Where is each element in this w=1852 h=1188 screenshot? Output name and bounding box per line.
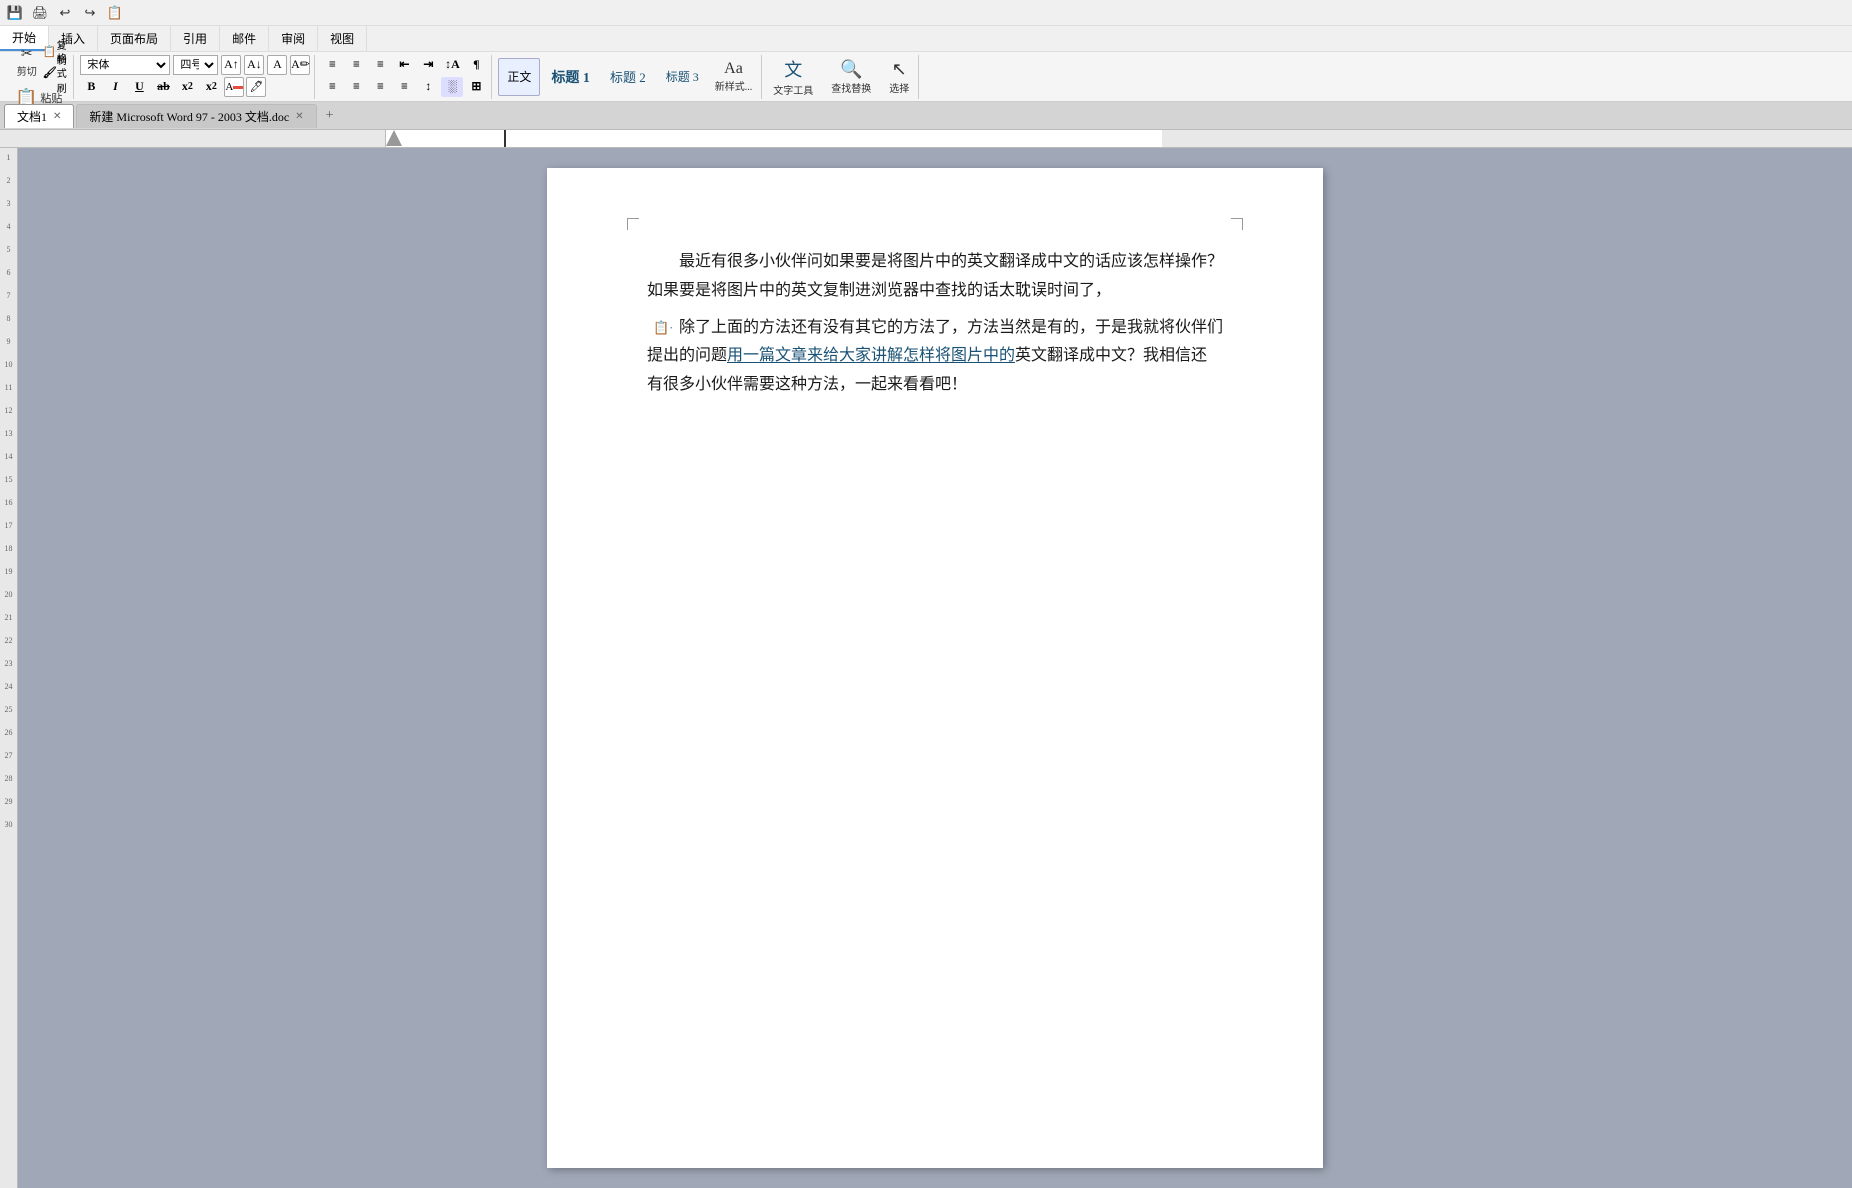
vertical-ruler: 1 2 3 4 5 6 7 8 9 10 11 12 13 14 15 16 1… bbox=[0, 148, 18, 1188]
style-icon: Aa bbox=[724, 60, 743, 78]
paragraph-2-highlight: 用一篇文章来给大家讲解怎样将图片中的 bbox=[727, 347, 1015, 364]
style-h3[interactable]: 标题 3 bbox=[657, 58, 708, 96]
bold-button[interactable]: B bbox=[80, 77, 102, 97]
print-button[interactable]: 🖨 bbox=[29, 3, 51, 23]
scissors-icon: ✂ bbox=[21, 46, 33, 63]
font-format-row: B I U ab x2 x2 A 🖊 bbox=[80, 77, 266, 97]
show-marks-button[interactable]: ¶ bbox=[465, 55, 487, 75]
new-style-label: 新样式... bbox=[715, 78, 753, 93]
line-spacing-button[interactable]: ↕ bbox=[417, 77, 439, 97]
para-row1: ≡ ≡ ≡ ⇤ ⇥ ↕A ¶ bbox=[321, 55, 487, 75]
text-icon: 文 bbox=[784, 56, 802, 82]
highlight2-button[interactable]: 🖊 bbox=[246, 77, 266, 97]
format-painter-button[interactable]: 🖌 格式刷 bbox=[44, 63, 66, 83]
sort-button[interactable]: ↕A bbox=[441, 55, 463, 75]
indent-increase-button[interactable]: ⇥ bbox=[417, 55, 439, 75]
clipboard-button[interactable]: 📋 bbox=[104, 3, 126, 23]
document-page[interactable]: 最近有很多小伙伴问如果要是将图片中的英文翻译成中文的话应该怎样操作？如果要是将图… bbox=[547, 168, 1323, 1168]
tab-page-layout[interactable]: 页面布局 bbox=[98, 26, 171, 51]
justify-button[interactable]: ≡ bbox=[393, 77, 415, 97]
underline-button[interactable]: U bbox=[128, 77, 150, 97]
text-tool-button[interactable]: 文 文字工具 bbox=[768, 57, 818, 97]
horizontal-ruler: // ticks drawn inline via SVG |4|2|2|4|6… bbox=[0, 130, 1852, 148]
new-style-button[interactable]: Aa 新样式... bbox=[710, 58, 758, 96]
text-tool-label: 文字工具 bbox=[773, 82, 813, 97]
align-right-button[interactable]: ≡ bbox=[369, 77, 391, 97]
align-center-button[interactable]: ≡ bbox=[345, 77, 367, 97]
bullets-button[interactable]: ≡ bbox=[321, 55, 343, 75]
corner-mark-tr bbox=[1231, 218, 1243, 230]
cut-button[interactable]: ✂ 剪切 bbox=[12, 42, 42, 82]
tab-review[interactable]: 审阅 bbox=[269, 26, 318, 51]
font-group: 宋体 四号 A↑ A↓ A A✏ B I U ab x2 x2 A 🖊 bbox=[76, 55, 315, 99]
font-size-select[interactable]: 四号 bbox=[173, 55, 218, 75]
align-left-button[interactable]: ≡ bbox=[321, 77, 343, 97]
italic-button[interactable]: I bbox=[104, 77, 126, 97]
borders-button[interactable]: ⊞ bbox=[465, 77, 487, 97]
tab-doc2-label: 新建 Microsoft Word 97 - 2003 文档.doc bbox=[89, 108, 289, 125]
document-area[interactable]: 最近有很多小伙伴问如果要是将图片中的英文翻译成中文的话应该怎样操作？如果要是将图… bbox=[18, 148, 1852, 1188]
indent-decrease-button[interactable]: ⇤ bbox=[393, 55, 415, 75]
ribbon-row1: ✂ 剪切 📋 复制 🖌 格式刷 📋 粘贴 宋体 四号 A↑ bbox=[0, 52, 1852, 102]
shading-button[interactable]: ░ bbox=[441, 77, 463, 97]
font-grow-button[interactable]: A↑ bbox=[221, 55, 241, 75]
search-icon: 🔍 bbox=[840, 59, 862, 80]
tab-doc2[interactable]: 新建 Microsoft Word 97 - 2003 文档.doc ✕ bbox=[76, 104, 316, 128]
paste-margin-icon[interactable]: 📋· bbox=[621, 316, 674, 339]
ruler-active-area: // ticks drawn inline via SVG |4|2|2|4|6… bbox=[385, 130, 1161, 148]
tab-doc1-close[interactable]: ✕ bbox=[53, 111, 61, 122]
clipboard-group: ✂ 剪切 📋 复制 🖌 格式刷 📋 粘贴 bbox=[4, 55, 74, 99]
new-tab-button[interactable]: + bbox=[319, 105, 341, 127]
styles-group: 正文 标题 1 标题 2 标题 3 Aa 新样式... bbox=[494, 55, 762, 99]
tab-doc2-close[interactable]: ✕ bbox=[295, 111, 303, 122]
font-name-select[interactable]: 宋体 bbox=[80, 55, 170, 75]
paragraph-2[interactable]: 📋· 除了上面的方法还有没有其它的方法了，方法当然是有的，于是我就将伙伴们提出的… bbox=[647, 314, 1223, 400]
paragraph-group: ≡ ≡ ≡ ⇤ ⇥ ↕A ¶ ≡ ≡ ≡ ≡ ↕ ░ ⊞ bbox=[317, 55, 492, 99]
tab-doc1[interactable]: 文档1 ✕ bbox=[4, 104, 74, 128]
font-shrink-button[interactable]: A↓ bbox=[244, 55, 264, 75]
save-button[interactable]: 💾 bbox=[4, 3, 26, 23]
style-normal[interactable]: 正文 bbox=[498, 58, 540, 96]
text-tools-group: 文 文字工具 🔍 查找替换 ↖ 选择 bbox=[764, 55, 919, 99]
tab-view[interactable]: 视图 bbox=[318, 26, 367, 51]
tab-doc1-label: 文档1 bbox=[17, 108, 47, 125]
find-replace-label: 查找替换 bbox=[831, 80, 871, 95]
ribbon-tabs: 开始 插入 页面布局 引用 邮件 审阅 视图 bbox=[0, 26, 1852, 52]
font-color2-button[interactable]: A bbox=[224, 77, 244, 97]
paragraph-1-text: 最近有很多小伙伴问如果要是将图片中的英文翻译成中文的话应该怎样操作？如果要是将图… bbox=[647, 253, 1223, 299]
subscript-button[interactable]: x2 bbox=[200, 77, 222, 97]
quick-access-toolbar: 💾 🖨 ↩ ↪ 📋 bbox=[0, 0, 1852, 26]
document-tabs: 文档1 ✕ 新建 Microsoft Word 97 - 2003 文档.doc… bbox=[0, 102, 1852, 130]
para-row2: ≡ ≡ ≡ ≡ ↕ ░ ⊞ bbox=[321, 77, 487, 97]
font-controls-row1: 宋体 四号 A↑ A↓ A A✏ bbox=[80, 55, 310, 75]
numbering-button[interactable]: ≡ bbox=[345, 55, 367, 75]
paragraph-1[interactable]: 最近有很多小伙伴问如果要是将图片中的英文翻译成中文的话应该怎样操作？如果要是将图… bbox=[647, 248, 1223, 306]
main-area: 1 2 3 4 5 6 7 8 9 10 11 12 13 14 15 16 1… bbox=[0, 148, 1852, 1188]
highlight-button[interactable]: A✏ bbox=[290, 55, 310, 75]
style-h2[interactable]: 标题 2 bbox=[601, 58, 655, 96]
multilevel-button[interactable]: ≡ bbox=[369, 55, 391, 75]
tab-references[interactable]: 引用 bbox=[171, 26, 220, 51]
superscript-button[interactable]: x2 bbox=[176, 77, 198, 97]
font-color-button[interactable]: A bbox=[267, 55, 287, 75]
style-h1[interactable]: 标题 1 bbox=[542, 58, 599, 96]
select-button[interactable]: ↖ 选择 bbox=[884, 57, 914, 97]
document-content[interactable]: 最近有很多小伙伴问如果要是将图片中的英文翻译成中文的话应该怎样操作？如果要是将图… bbox=[647, 248, 1223, 400]
find-replace-button[interactable]: 🔍 查找替换 bbox=[826, 57, 876, 97]
redo-button[interactable]: ↪ bbox=[79, 3, 101, 23]
select-label: 选择 bbox=[889, 80, 909, 95]
tab-mailings[interactable]: 邮件 bbox=[220, 26, 269, 51]
undo-button[interactable]: ↩ bbox=[54, 3, 76, 23]
cut-label: 剪切 bbox=[17, 63, 37, 78]
corner-mark-tl bbox=[627, 218, 639, 230]
cursor-icon: ↖ bbox=[892, 59, 907, 80]
strikethrough-button[interactable]: ab bbox=[152, 77, 174, 97]
